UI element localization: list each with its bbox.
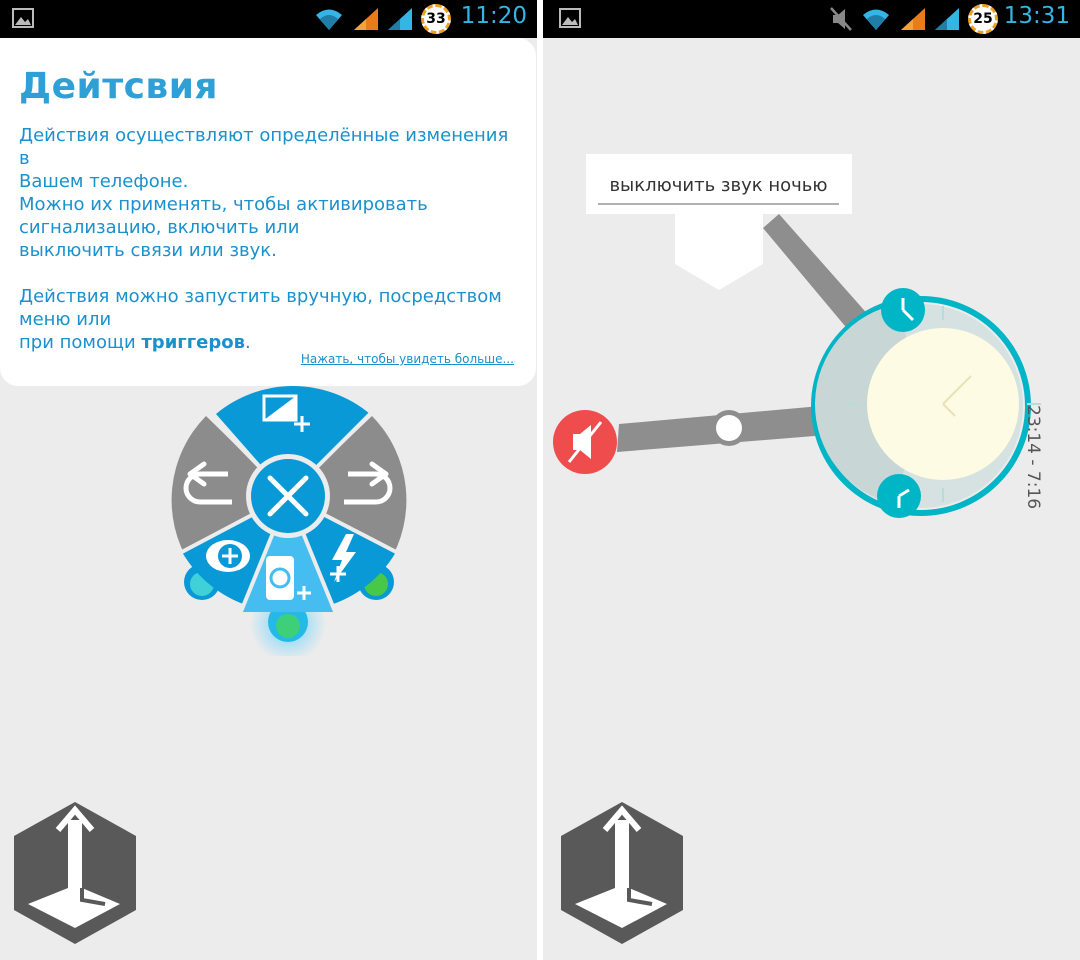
- right-screen: 25 13:31 выключить звук ночью 23:14 - 7:…: [543, 0, 1080, 960]
- gallery-icon: [559, 8, 581, 28]
- app-logo-icon: [561, 802, 683, 944]
- status-time: 11:20: [460, 3, 527, 29]
- card-text-line: Можно их применять, чтобы активировать: [19, 194, 428, 215]
- status-time: 13:31: [1003, 3, 1070, 29]
- app-logo-icon: [14, 802, 136, 944]
- card-text-line: Действия можно запустить вручную, посред…: [19, 286, 502, 307]
- card-body: Действия осуществляют определённые измен…: [19, 124, 519, 354]
- status-bar: 33 11:20: [0, 0, 537, 38]
- triggers-word: триггеров: [141, 332, 245, 353]
- status-bar: 25 13:31: [543, 0, 1080, 38]
- time-range-label: 23:14 - 7:16: [1023, 405, 1043, 510]
- mute-icon: [830, 7, 852, 31]
- tooltip-pointer: [675, 212, 763, 290]
- add-toggle-icon: [206, 540, 250, 572]
- card-text-line: Вашем телефоне.: [19, 171, 189, 192]
- gallery-icon: [12, 8, 34, 28]
- card-text-line: выключить связи или звук.: [19, 240, 277, 261]
- battery-badge: 33: [421, 4, 451, 34]
- battery-badge: 25: [968, 4, 998, 34]
- radial-menu: [171, 386, 407, 656]
- signal-icon: [388, 8, 412, 30]
- signal-icon: [354, 8, 378, 30]
- timer-trigger-graph: [553, 214, 1041, 518]
- trigger-name-input[interactable]: выключить звук ночью: [598, 171, 839, 205]
- card-text-line: при помощи триггеров.: [19, 331, 519, 354]
- left-screen: 33 11:20 Дейтсвия Действия осуществляют …: [0, 0, 537, 960]
- signal-icon: [935, 8, 959, 30]
- signal-icon: [901, 8, 925, 30]
- card-title: Дейтсвия: [19, 66, 219, 107]
- wifi-icon: [316, 9, 342, 30]
- card-text-line: меню или: [19, 309, 112, 330]
- wifi-icon: [863, 9, 889, 30]
- card-text-suffix: .: [244, 332, 251, 353]
- card-text-prefix: при помощи: [19, 332, 142, 353]
- see-more-link[interactable]: Нажать, чтобы увидеть больше...: [301, 352, 514, 366]
- card-text-line: Действия осуществляют определённые измен…: [19, 125, 509, 169]
- card-text-line: сигнализацию, включить или: [19, 217, 300, 238]
- actions-info-card[interactable]: Дейтсвия Действия осуществляют определён…: [0, 38, 536, 386]
- trigger-name-tooltip: выключить звук ночью: [586, 154, 852, 214]
